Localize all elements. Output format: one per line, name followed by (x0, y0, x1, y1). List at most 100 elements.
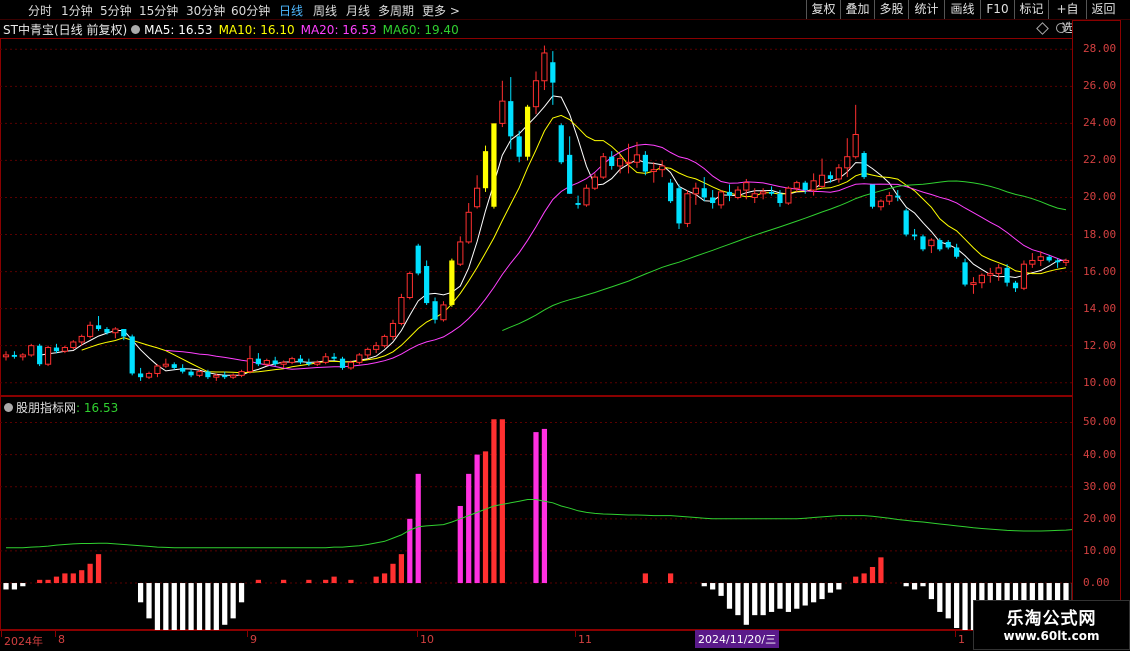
indicator-bar (710, 583, 715, 589)
candle-body (752, 194, 757, 198)
indicator-bar (12, 583, 17, 589)
indicator-bar (542, 429, 547, 583)
candle-body (828, 175, 833, 179)
indicator-bar (214, 583, 219, 630)
candle-body (878, 201, 883, 207)
price-tick-label: 10.00 (1083, 376, 1116, 389)
candle-body (20, 355, 25, 357)
candle-body (382, 336, 387, 345)
candle-body (205, 372, 210, 378)
candle-body (525, 107, 530, 157)
candle-body (399, 298, 404, 324)
candle-body (71, 342, 76, 348)
price-tick-label: 28.00 (1083, 42, 1116, 55)
candle-body (374, 346, 379, 350)
candle-body (643, 155, 648, 172)
indicator-tick-label: 40.00 (1083, 448, 1116, 461)
indicator-bar (912, 583, 917, 589)
indicator-bar (954, 583, 959, 628)
indicator-bar (348, 580, 353, 583)
candle-body (365, 349, 370, 355)
candle-body (424, 266, 429, 303)
watermark: 乐淘公式网 www.60lt.com (973, 600, 1130, 650)
candle-body (727, 192, 732, 196)
date-tick (417, 631, 418, 637)
candle-body (37, 346, 42, 365)
right-side-strip (1120, 20, 1130, 650)
indicator-bar (668, 573, 673, 583)
candle-body (693, 188, 698, 194)
indicator-bar (163, 583, 168, 630)
indicator-bar (962, 583, 967, 630)
candle-body (710, 197, 715, 203)
indicator-bar (643, 573, 648, 583)
indicator-bar (777, 583, 782, 609)
kline-chart[interactable] (0, 0, 1072, 630)
candle-body (954, 247, 959, 256)
candle-body (702, 188, 707, 197)
candle-body (96, 325, 101, 329)
candle-body (104, 329, 109, 333)
indicator-bar (752, 583, 757, 615)
candle-body (12, 355, 17, 357)
candle-body (660, 166, 665, 170)
candle-body (626, 162, 631, 163)
indicator-header: 股朋指标网: 16.53 (4, 399, 118, 416)
indicator-bar (281, 580, 286, 583)
indicator-bar (946, 583, 951, 618)
price-tick-label: 22.00 (1083, 153, 1116, 166)
indicator-name: 股朋指标网 (16, 401, 76, 415)
candle-body (559, 125, 564, 162)
candle-body (247, 359, 252, 372)
candle-body (1063, 260, 1068, 262)
indicator-bar (374, 577, 379, 583)
date-tick (575, 631, 576, 637)
candle-body (79, 336, 84, 342)
cursor-date: 2024/11/20/三 (695, 630, 779, 648)
indicator-settings-icon[interactable] (4, 403, 13, 412)
candle-body (508, 101, 513, 136)
candle-body (289, 359, 294, 363)
candle-body (912, 235, 917, 237)
candle-body (609, 157, 614, 166)
candle-body (441, 305, 446, 320)
candle-body (264, 361, 269, 365)
indicator-bar (3, 583, 8, 589)
candle-body (54, 348, 59, 352)
indicator-bar (155, 583, 160, 630)
candle-body (651, 170, 656, 172)
candle-body (920, 236, 925, 249)
candle-body (298, 359, 303, 363)
indicator-bar (62, 573, 67, 583)
price-tick-label: 14.00 (1083, 302, 1116, 315)
candle-body (618, 159, 623, 166)
candle-body (188, 372, 193, 376)
candle-body (836, 168, 841, 179)
candle-body (466, 212, 471, 242)
indicator-bar (853, 577, 858, 583)
indicator-bar (491, 419, 496, 583)
candle-body (222, 375, 227, 377)
candle-body (567, 155, 572, 194)
candle-body (348, 362, 353, 368)
candle-body (130, 336, 135, 373)
toolbar-button-8[interactable]: 返回 (1086, 0, 1120, 19)
ma10-line (82, 115, 1066, 372)
indicator-bar (205, 583, 210, 630)
candle-body (500, 101, 505, 123)
price-tick-label: 16.00 (1083, 265, 1116, 278)
indicator-bar (878, 557, 883, 583)
candle-body (803, 183, 808, 190)
candle-body (575, 203, 580, 205)
indicator-tick-label: 0.00 (1083, 576, 1110, 589)
date-tick (55, 631, 56, 637)
candle-body (172, 364, 177, 368)
indicator-bar (718, 583, 723, 596)
candle-body (491, 123, 496, 206)
indicator-bar (794, 583, 799, 609)
indicator-bar (937, 583, 942, 612)
price-tick-label: 20.00 (1083, 190, 1116, 203)
candle-body (239, 372, 244, 376)
candle-body (449, 260, 454, 304)
date-tick-label: 2024年 (4, 633, 43, 649)
